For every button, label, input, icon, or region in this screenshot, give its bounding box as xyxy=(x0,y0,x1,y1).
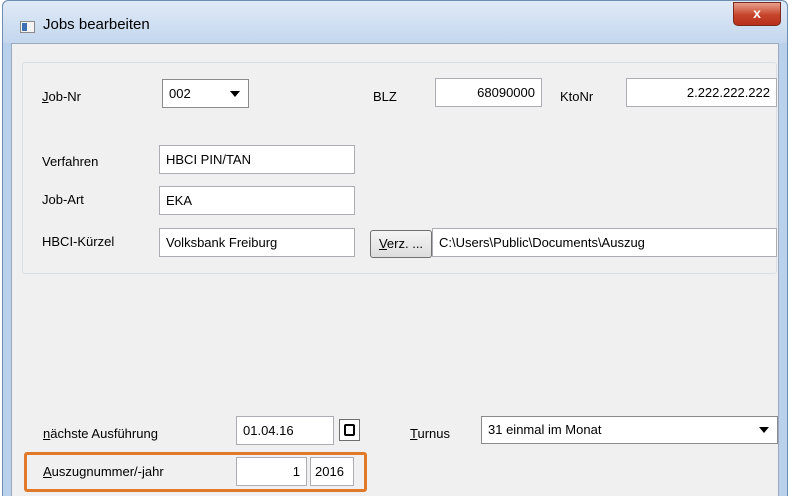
calendar-icon xyxy=(344,424,355,436)
window-title: Jobs bearbeiten xyxy=(43,16,150,33)
naechste-date-field[interactable]: 01.04.16 xyxy=(236,416,334,445)
title-bar[interactable]: Jobs bearbeiten x xyxy=(3,1,787,43)
jobnr-value: 002 xyxy=(169,86,191,101)
path-field[interactable]: C:\Users\Public\Documents\Auszug xyxy=(432,228,777,257)
auszug-highlight-frame xyxy=(24,452,367,492)
jobnr-label: Job-Nr xyxy=(42,89,82,104)
dropdown-arrow-icon xyxy=(230,90,240,97)
close-button[interactable]: x xyxy=(733,2,781,26)
hbci-field[interactable]: Volksbank Freiburg xyxy=(159,228,355,257)
app-icon xyxy=(20,21,35,33)
jobnr-dropdown[interactable]: 002 xyxy=(162,79,249,108)
jobart-field[interactable]: EKA xyxy=(159,186,355,215)
jobart-label: Job-Art xyxy=(42,192,84,207)
hbci-label: HBCI-Kürzel xyxy=(42,234,115,249)
verfahren-field[interactable]: HBCI PIN/TAN xyxy=(159,145,355,174)
calendar-button[interactable] xyxy=(339,419,360,441)
ktonr-label: KtoNr xyxy=(560,89,594,104)
dialog-window: Jobs bearbeiten x Job-Nr 002 BLZ 6809000… xyxy=(2,0,788,496)
blz-label: BLZ xyxy=(373,89,397,104)
naechste-label: nächste Ausführung xyxy=(43,426,158,441)
close-icon: x xyxy=(753,5,761,21)
turnus-value: 31 einmal im Monat xyxy=(488,422,602,437)
turnus-label: Turnus xyxy=(410,426,450,441)
verfahren-label: Verfahren xyxy=(42,154,99,169)
ktonr-field[interactable]: 2.222.222.222 xyxy=(626,78,777,107)
dialog-client-area: Job-Nr 002 BLZ 68090000 KtoNr 2.222.222.… xyxy=(11,43,779,496)
blz-field[interactable]: 68090000 xyxy=(435,78,542,107)
turnus-dropdown[interactable]: 31 einmal im Monat xyxy=(481,416,778,444)
verz-button[interactable]: Verz. ... xyxy=(370,230,432,258)
dropdown-arrow-icon xyxy=(759,427,769,433)
